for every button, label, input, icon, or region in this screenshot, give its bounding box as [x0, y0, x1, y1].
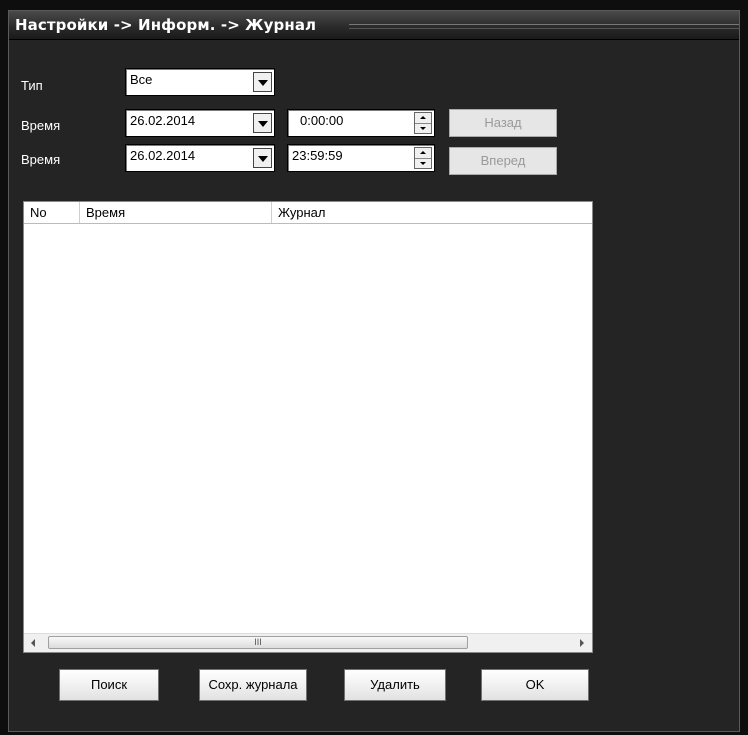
type-dropdown[interactable]: Все — [125, 68, 275, 96]
title-decoration — [349, 24, 739, 25]
time-from-label: Время — [21, 118, 61, 133]
chevron-down-icon[interactable] — [253, 72, 272, 92]
chevron-down-icon[interactable] — [253, 148, 272, 168]
delete-button[interactable]: Удалить — [344, 669, 446, 701]
column-header-time[interactable]: Время — [80, 202, 272, 223]
arrow-right-icon[interactable] — [574, 635, 590, 651]
title-bar: Настройки -> Информ. -> Журнал — [9, 11, 739, 40]
date-to-picker[interactable]: 26.02.2014 — [125, 144, 275, 172]
type-value: Все — [130, 72, 153, 87]
log-window: Настройки -> Информ. -> Журнал Тип Все В… — [8, 10, 740, 732]
column-header-no[interactable]: No — [24, 202, 80, 223]
arrow-left-icon[interactable] — [26, 635, 42, 651]
time-to-label: Время — [21, 152, 61, 167]
title-decoration-2 — [349, 28, 739, 29]
date-to-value: 26.02.2014 — [130, 148, 196, 163]
table-header: No Время Журнал — [24, 202, 592, 224]
date-from-value: 26.02.2014 — [130, 113, 196, 128]
ok-button[interactable]: OK — [481, 669, 589, 701]
time-to-value: 23:59:59 — [292, 148, 343, 163]
time-to-spinner[interactable]: 23:59:59 — [287, 144, 435, 172]
chevron-down-icon[interactable] — [253, 113, 272, 133]
window-title: Настройки -> Информ. -> Журнал — [15, 16, 317, 34]
scroll-thumb[interactable]: III — [48, 636, 468, 649]
spin-updown-icon[interactable] — [414, 147, 432, 169]
log-table[interactable]: No Время Журнал III — [23, 201, 593, 653]
time-from-value: 0:00:00 — [300, 113, 344, 128]
back-button[interactable]: Назад — [449, 109, 557, 137]
save-log-button[interactable]: Сохр. журнала — [199, 669, 307, 701]
spin-updown-icon[interactable] — [414, 112, 432, 134]
column-header-log[interactable]: Журнал — [272, 202, 592, 223]
forward-button[interactable]: Вперед — [449, 147, 557, 175]
time-from-spinner[interactable]: 0:00:00 — [287, 109, 435, 137]
type-label: Тип — [21, 78, 43, 93]
date-from-picker[interactable]: 26.02.2014 — [125, 109, 275, 137]
search-button[interactable]: Поиск — [59, 669, 159, 701]
horizontal-scrollbar[interactable]: III — [24, 633, 592, 652]
